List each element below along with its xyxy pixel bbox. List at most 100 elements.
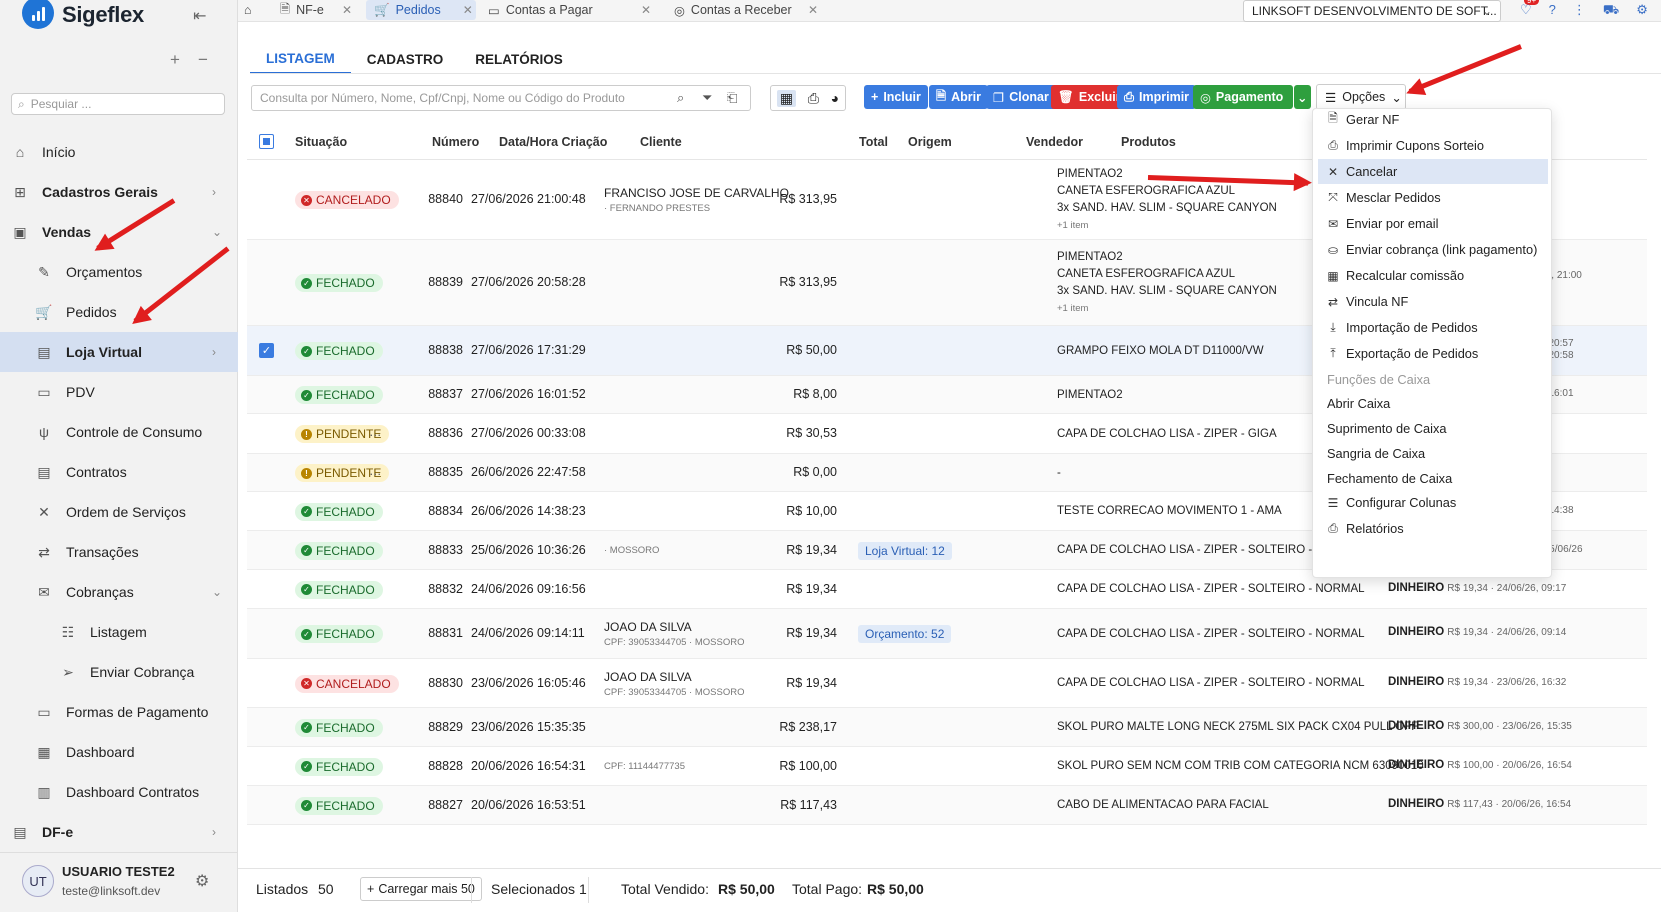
tab-contas-receber[interactable]: ◎ Contas a Receber [674, 0, 792, 20]
load-more-button[interactable]: + Carregar mais 50 [360, 877, 482, 901]
sidebar-item-label: Início [42, 144, 76, 160]
sidebar-item-formas-de-pagamento[interactable]: ▭ Formas de Pagamento [0, 692, 238, 732]
origin-badge[interactable]: Loja Virtual: 12 [858, 541, 952, 560]
bookmark-icon[interactable]: ⎗ [727, 90, 737, 106]
menu-item-fechamento-de-caixa[interactable]: Fechamento de Caixa [1318, 466, 1548, 491]
products-cell: CABO DE ALIMENTACAO PARA FACIAL [1057, 797, 1269, 814]
orders-search-input[interactable]: Consulta por Número, Nome, Cpf/Cnpj, Nom… [251, 85, 751, 111]
row-checkbox[interactable]: ✓ [259, 343, 274, 358]
menu-item-sangria-de-caixa[interactable]: Sangria de Caixa [1318, 441, 1548, 466]
imprimir-button[interactable]: ⎙ Imprimir [1117, 85, 1197, 109]
company-select[interactable]: LINKSOFT DESENVOLVIMENTO DE SOFT... ⌄ [1243, 0, 1501, 22]
tab-label: Contas a Pagar [505, 3, 593, 17]
table-row[interactable]: ✓ FECHADO 88831 24/06/2026 09:14:11 JOAO DA … [247, 609, 1647, 659]
table-row[interactable]: ✕ CANCELADO 88830 23/06/2026 16:05:46 JOAO D… [247, 659, 1647, 708]
settings-icon[interactable]: ⚙ [1636, 2, 1648, 20]
print-icon[interactable]: ⎙ [808, 90, 819, 107]
notification-icon[interactable]: ♡ [1520, 2, 1532, 20]
table-row[interactable]: ✓ FECHADO 88829 23/06/2026 15:35:35 R$ 238,1… [247, 708, 1647, 747]
sidebar-item-in-cio[interactable]: ⌂ Início [0, 132, 238, 172]
collapse-sidebar-icon[interactable]: ⇤ [193, 6, 206, 26]
sidebar-item-or-amentos[interactable]: ✎ Orçamentos [0, 252, 238, 292]
sidebar-item-enviar-cobran-a[interactable]: ➢ Enviar Cobrança [0, 652, 238, 692]
menu-item-imprimir-cupons-sorteio[interactable]: ⎙ Imprimir Cupons Sorteio [1318, 133, 1548, 158]
avatar[interactable]: UT [22, 865, 54, 897]
menu-item-enviar-por-email[interactable]: ✉ Enviar por email [1318, 211, 1548, 236]
abrir-button[interactable]: 🗎 Abrir [929, 85, 988, 109]
filter-icon[interactable]: ⏷ [702, 90, 712, 106]
sidebar-item-ordem-de-servi-os[interactable]: ✕ Ordem de Serviços [0, 492, 238, 532]
menu-item-mesclar-pedidos[interactable]: ⤧ Mesclar Pedidos [1318, 185, 1548, 210]
sidebar-item-df-e[interactable]: ▤ DF-e › [0, 812, 238, 852]
sidebar-item-contratos[interactable]: ▤ Contratos [0, 452, 238, 492]
col-origem[interactable]: Origem [908, 135, 952, 149]
tab-nfe[interactable]: 🗎 NF-e [280, 0, 324, 20]
pagamento-button[interactable]: ◎ Pagamento [1193, 85, 1293, 109]
menu-item-gerar-nf[interactable]: 🗎 Gerar NF [1318, 107, 1548, 132]
menu-item-configurar-colunas[interactable]: ☰ Configurar Colunas [1318, 490, 1548, 515]
transactions-icon: ⇄ [38, 543, 50, 560]
help-icon[interactable]: ? [1549, 2, 1556, 20]
pie-chart-icon[interactable]: ◕ [831, 90, 839, 106]
sidebar-item-dashboard-contratos[interactable]: ▥ Dashboard Contratos [0, 772, 238, 812]
home-tab-icon[interactable]: ⌂ [244, 0, 252, 20]
app-logo[interactable]: Sigeflex [22, 0, 144, 30]
tab-contas-pagar[interactable]: ▭ Contas a Pagar [488, 0, 593, 20]
menu-item-enviar-cobranca-link-pagamento[interactable]: ⛀ Enviar cobrança (link pagamento) [1318, 237, 1548, 262]
col-produtos[interactable]: Produtos [1121, 135, 1176, 149]
product-line: TESTE CORRECAO MOVIMENTO 1 - AMA [1057, 505, 1282, 517]
tab-cadastro[interactable]: CADASTRO [351, 44, 460, 74]
product-line: SKOL PURO MALTE LONG NECK 275ML SIX PACK… [1057, 721, 1419, 733]
close-icon[interactable]: ✕ [641, 0, 651, 20]
sidebar-item-transa-es[interactable]: ⇄ Transações [0, 532, 238, 572]
sidebar-item-label: Orçamentos [66, 264, 143, 280]
tab-relatorios[interactable]: RELATÓRIOS [459, 44, 579, 74]
menu-item-abrir-caixa[interactable]: Abrir Caixa [1318, 391, 1548, 416]
col-total[interactable]: Total [859, 135, 888, 149]
sidebar-item-cobran-as[interactable]: ✉ Cobranças ⌄ [0, 572, 238, 612]
clone-icon: ❐ [993, 90, 1005, 105]
menu-item-suprimento-de-caixa[interactable]: Suprimento de Caixa [1318, 416, 1548, 441]
more-icon[interactable]: ⋮ [1573, 2, 1586, 20]
collapse-all-icon[interactable]: − [198, 50, 208, 70]
tab-listagem[interactable]: LISTAGEM [250, 44, 351, 74]
menu-item-recalcular-comissao[interactable]: ▦ Recalcular comissão [1318, 263, 1548, 288]
clonar-button[interactable]: ❐ Clonar [986, 85, 1056, 109]
col-cliente[interactable]: Cliente [640, 135, 682, 149]
table-row[interactable]: ✓ FECHADO 88828 20/06/2026 16:54:31 CPF: 111… [247, 747, 1647, 786]
menu-item-vincula-nf[interactable]: ⇄ Vincula NF [1318, 289, 1548, 314]
origin-badge[interactable]: Orçamento: 52 [858, 625, 952, 643]
close-icon[interactable]: ✕ [342, 0, 352, 20]
sidebar-item-pdv[interactable]: ▭ PDV [0, 372, 238, 412]
user-settings-icon[interactable]: ⚙ [195, 871, 209, 891]
sidebar-item-dashboard[interactable]: ▦ Dashboard [0, 732, 238, 772]
tab-pedidos[interactable]: 🛒 Pedidos ✕ [366, 0, 476, 20]
col-situacao[interactable]: Situação [295, 135, 347, 149]
sidebar-item-label: Contratos [66, 464, 127, 480]
table-row[interactable]: ✓ FECHADO 88827 20/06/2026 16:53:51 R$ 117,4… [247, 786, 1647, 825]
menu-item-label: Suprimento de Caixa [1327, 421, 1447, 436]
menu-item-exportacao-de-pedidos[interactable]: ⤒ Exportação de Pedidos [1318, 341, 1548, 366]
expand-all-icon[interactable]: + [170, 50, 180, 70]
sidebar-item-pedidos[interactable]: 🛒 Pedidos [0, 292, 238, 332]
status-text: FECHADO [316, 344, 375, 358]
select-all-checkbox[interactable] [259, 134, 274, 149]
col-numero[interactable]: Número [432, 135, 479, 149]
close-icon[interactable]: ✕ [463, 3, 473, 17]
menu-item-cancelar[interactable]: ✕ Cancelar [1318, 159, 1548, 184]
close-icon[interactable]: ✕ [808, 0, 818, 20]
sidebar-item-controle-de-consumo[interactable]: ψ Controle de Consumo [0, 412, 238, 452]
col-vendedor[interactable]: Vendedor [1026, 135, 1083, 149]
sidebar-search-input[interactable]: ⌕ Pesquiar ... [11, 93, 225, 115]
sidebar-item-listagem[interactable]: ☷ Listagem [0, 612, 238, 652]
menu-item-importacao-de-pedidos[interactable]: ⤓ Importação de Pedidos [1318, 315, 1548, 340]
sidebar-item-cadastros-gerais[interactable]: ⊞ Cadastros Gerais › [0, 172, 238, 212]
menu-item-relatorios[interactable]: ⎙ Relatórios [1318, 516, 1548, 541]
col-data[interactable]: Data/Hora Criação [499, 135, 607, 149]
store-icon[interactable]: ⛟ [1603, 2, 1619, 20]
sidebar-item-loja-virtual[interactable]: ▤ Loja Virtual › [0, 332, 238, 372]
table-view-icon[interactable]: ▦ [776, 89, 797, 107]
pagamento-dropdown-button[interactable]: ⌄ [1294, 85, 1311, 109]
search-icon[interactable]: ⌕ [677, 90, 684, 106]
incluir-button[interactable]: + Incluir [864, 85, 928, 109]
